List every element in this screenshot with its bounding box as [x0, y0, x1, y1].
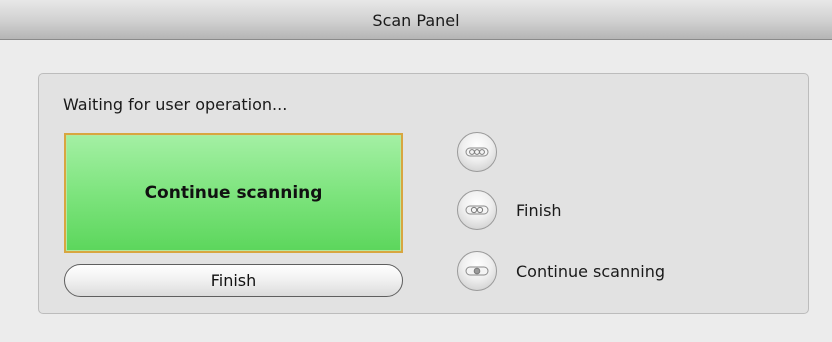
finish-button[interactable]: Finish — [64, 264, 403, 297]
window-title: Scan Panel — [372, 11, 460, 30]
scan-panel-window: Scan Panel Waiting for user operation...… — [0, 0, 832, 342]
continue-scanning-button-label: Continue scanning — [144, 183, 323, 203]
scanner-sensor-icon[interactable] — [457, 251, 497, 291]
scanner-button-indicator-top[interactable] — [457, 132, 516, 172]
title-bar[interactable]: Scan Panel — [0, 0, 832, 40]
finish-button-label: Finish — [210, 271, 257, 290]
option-label-continue: Continue scanning — [516, 261, 665, 281]
option-label-finish: Finish — [516, 200, 562, 220]
scanner-button-indicator-continue[interactable]: Continue scanning — [457, 251, 665, 291]
scanner-button-indicator-finish[interactable]: Finish — [457, 190, 562, 230]
status-message: Waiting for user operation... — [63, 95, 288, 114]
scanner-sensor-icon[interactable] — [457, 132, 497, 172]
scanner-sensor-icon[interactable] — [457, 190, 497, 230]
continue-scanning-button[interactable]: Continue scanning — [64, 133, 403, 253]
